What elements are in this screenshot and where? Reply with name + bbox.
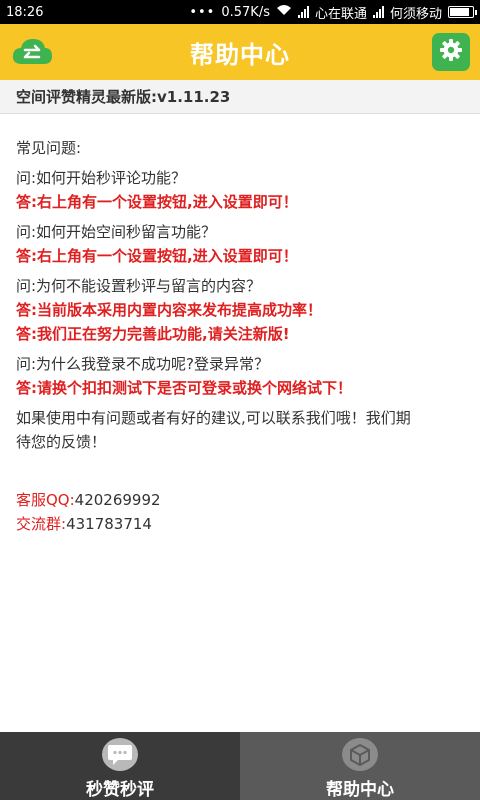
contact-text-line1: 如果使用中有问题或者有好的建议,可以联系我们哦！我们期 <box>16 409 411 427</box>
settings-button[interactable] <box>432 33 470 71</box>
version-bar: 空间评赞精灵最新版:v1.11.23 <box>0 80 480 114</box>
version-label: 空间评赞精灵最新版:v1.11.23 <box>16 88 231 106</box>
page-title: 帮助中心 <box>190 40 290 69</box>
gear-icon <box>439 38 463 66</box>
faq-question: 问:如何开始秒评论功能？ <box>16 169 187 187</box>
tab-label: 帮助中心 <box>326 780 394 800</box>
qq-label: 客服QQ: <box>16 491 75 509</box>
swap-arrows-icon[interactable] <box>10 36 54 68</box>
faq-answer: 答:右上角有一个设置按钮,进入设置即可！ <box>16 193 298 211</box>
status-bar: 18:26 ••• 0.57K/s 心在联通 何须移动 <box>0 0 480 24</box>
qq-value: 420269992 <box>74 491 161 509</box>
wifi-icon <box>276 4 292 20</box>
contact-text-line2: 待您的反馈！ <box>16 433 107 451</box>
faq-answer: 答:请换个扣扣测试下是否可登录或换个网络试下！ <box>16 379 353 397</box>
tab-help-center[interactable]: 帮助中心 <box>240 732 480 800</box>
tab-like-comment[interactable]: 秒赞秒评 <box>0 732 240 800</box>
carrier-2: 何须移动 <box>389 6 442 22</box>
faq-intro: 常见问题: <box>16 139 82 157</box>
carrier-1: 心在联通 <box>314 6 367 22</box>
status-dots: ••• <box>189 4 216 20</box>
battery-icon <box>448 6 477 18</box>
faq-question: 问:为何不能设置秒评与留言的内容？ <box>16 277 262 295</box>
faq-question: 问:为什么我登录不成功呢?登录异常？ <box>16 355 270 373</box>
cube-icon <box>342 738 378 771</box>
status-time: 18:26 <box>6 4 44 20</box>
signal-icon-2 <box>372 6 384 18</box>
chat-bubble-icon <box>102 738 138 771</box>
tab-label: 秒赞秒评 <box>86 780 154 800</box>
contacts: 客服QQ:420269992 交流群:431783714 <box>16 488 468 536</box>
network-speed: 0.57K/s <box>221 4 270 20</box>
group-value: 431783714 <box>66 515 152 533</box>
faq-answer: 答:我们正在努力完善此功能,请关注新版! <box>16 325 290 343</box>
faq-question: 问:如何开始空间秒留言功能？ <box>16 223 217 241</box>
faq-content: 常见问题: 问:如何开始秒评论功能？ 答:右上角有一个设置按钮,进入设置即可！ … <box>16 136 468 536</box>
bottom-tab-bar: 秒赞秒评 帮助中心 <box>0 732 480 800</box>
status-right: ••• 0.57K/s 心在联通 何须移动 <box>189 3 477 22</box>
signal-icon-1 <box>297 6 309 18</box>
faq-answer: 答:当前版本采用内置内容来发布提高成功率！ <box>16 301 323 319</box>
group-label: 交流群: <box>16 515 67 533</box>
header-bar: 帮助中心 <box>0 24 480 80</box>
faq-answer: 答:右上角有一个设置按钮,进入设置即可！ <box>16 247 298 265</box>
